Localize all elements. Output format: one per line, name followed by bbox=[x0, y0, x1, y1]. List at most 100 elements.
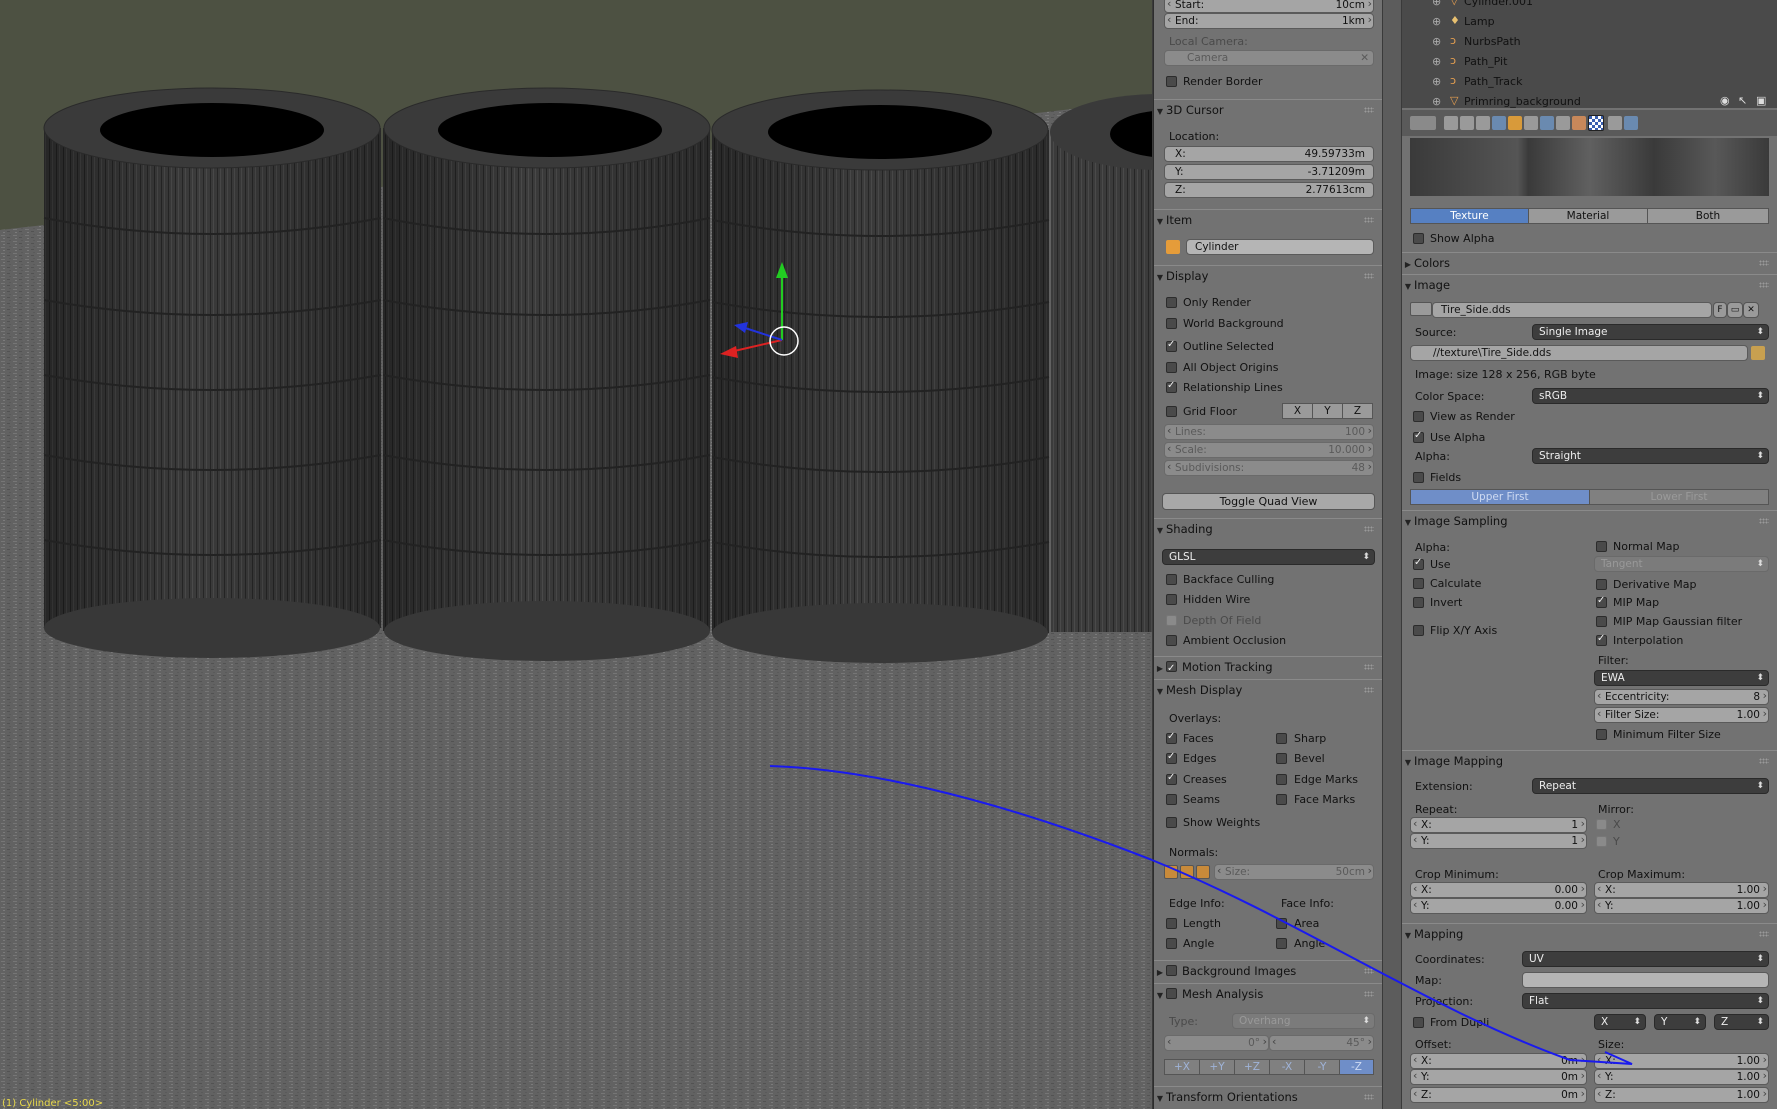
outliner[interactable]: ⊕ ▽ Cylinder.001 ⊕ ♦ Lamp ⊕ ↄ NurbsPath ⊕ ↄ … bbox=[1402, 0, 1777, 108]
outliner-row[interactable]: ⊕ ↄ NurbsPath bbox=[1402, 32, 1777, 52]
analysis-max-field[interactable]: 45° bbox=[1269, 1035, 1374, 1051]
fields-checkbox[interactable] bbox=[1413, 472, 1424, 483]
uv-map-field[interactable] bbox=[1522, 972, 1769, 988]
show-alpha-checkbox[interactable] bbox=[1413, 233, 1424, 244]
only-render-checkbox[interactable] bbox=[1166, 297, 1177, 308]
outliner-row[interactable]: ⊕ ♦ Lamp bbox=[1402, 12, 1777, 32]
panel-3d-cursor[interactable]: ▼ 3D Cursor bbox=[1154, 99, 1382, 119]
overlay-bevel-checkbox[interactable] bbox=[1276, 753, 1287, 764]
grid-lines-field[interactable]: Lines:100 bbox=[1164, 424, 1374, 440]
normals-size-field[interactable]: Size:50cm bbox=[1214, 864, 1374, 880]
particles-tab-icon[interactable] bbox=[1608, 116, 1622, 130]
crop-min-y-field[interactable]: Y:0.00 bbox=[1410, 898, 1587, 914]
toggle-quad-view-button[interactable]: Toggle Quad View bbox=[1162, 493, 1375, 510]
lower-first-toggle[interactable]: Lower First bbox=[1589, 489, 1769, 505]
mip-gaussian-checkbox[interactable] bbox=[1596, 616, 1607, 627]
render-border-checkbox[interactable] bbox=[1166, 76, 1177, 87]
grid-scale-field[interactable]: Scale:10.000 bbox=[1164, 442, 1374, 458]
face-normals-icon[interactable] bbox=[1196, 865, 1210, 879]
mapping-x-select[interactable]: X bbox=[1594, 1014, 1646, 1030]
axis-pos-x[interactable]: +X bbox=[1164, 1059, 1200, 1075]
crop-min-x-field[interactable]: X:0.00 bbox=[1410, 882, 1587, 898]
offset-y-field[interactable]: Y:0m bbox=[1410, 1069, 1587, 1085]
use-alpha-checkbox[interactable] bbox=[1413, 430, 1424, 443]
panel-background-images[interactable]: ▶ Background Images bbox=[1154, 960, 1382, 980]
cursor-x-field[interactable]: X: 49.59733m bbox=[1164, 146, 1374, 162]
axis-neg-y[interactable]: -Y bbox=[1304, 1059, 1340, 1075]
properties-editor[interactable]: ⊕ ▽ Cylinder.001 ⊕ ♦ Lamp ⊕ ↄ NurbsPath ⊕ ↄ … bbox=[1402, 0, 1777, 1109]
depth-of-field-checkbox[interactable] bbox=[1166, 615, 1177, 626]
grid-floor-checkbox[interactable] bbox=[1166, 406, 1177, 417]
overlay-face-marks-checkbox[interactable] bbox=[1276, 794, 1287, 805]
mirror-y-checkbox[interactable] bbox=[1596, 836, 1607, 847]
folder-icon[interactable] bbox=[1751, 346, 1765, 360]
repeat-x-field[interactable]: X:1 bbox=[1410, 817, 1587, 833]
size-y-field[interactable]: Y:1.00 bbox=[1594, 1069, 1769, 1085]
image-filepath-field[interactable]: //texture\Tire_Side.dds bbox=[1410, 345, 1748, 361]
new-image-button[interactable]: ▭ bbox=[1727, 302, 1743, 318]
normal-space-select[interactable]: Tangent bbox=[1594, 556, 1769, 572]
render-tab-icon[interactable] bbox=[1444, 116, 1458, 130]
tire-stack[interactable] bbox=[382, 87, 711, 661]
axis-pos-y[interactable]: +Y bbox=[1199, 1059, 1235, 1075]
mapping-z-select[interactable]: Z bbox=[1714, 1014, 1769, 1030]
derivative-map-checkbox[interactable] bbox=[1596, 579, 1607, 590]
vertex-normals-icon[interactable] bbox=[1164, 865, 1178, 879]
image-source-select[interactable]: Single Image bbox=[1532, 324, 1769, 340]
ambient-occlusion-checkbox[interactable] bbox=[1166, 635, 1177, 646]
overlay-creases-checkbox[interactable] bbox=[1166, 772, 1177, 785]
3d-viewport[interactable]: (1) Cylinder <5:00> bbox=[0, 0, 1152, 1109]
color-space-select[interactable]: sRGB bbox=[1532, 388, 1769, 404]
overlay-seams-checkbox[interactable] bbox=[1166, 794, 1177, 805]
min-filter-size-checkbox[interactable] bbox=[1596, 729, 1607, 740]
use-alpha-sampling-checkbox[interactable] bbox=[1413, 557, 1424, 570]
offset-z-field[interactable]: Z:0m bbox=[1410, 1087, 1587, 1103]
view-as-render-checkbox[interactable] bbox=[1413, 411, 1424, 422]
unlink-image-button[interactable]: ✕ bbox=[1743, 302, 1759, 318]
interpolation-checkbox[interactable] bbox=[1596, 633, 1607, 646]
panel-mapping[interactable]: ▼ Mapping bbox=[1402, 923, 1777, 943]
panel-image-sampling[interactable]: ▼ Image Sampling bbox=[1402, 510, 1777, 530]
axis-neg-z[interactable]: -Z bbox=[1339, 1059, 1374, 1075]
calculate-alpha-checkbox[interactable] bbox=[1413, 578, 1424, 589]
scene-tab-icon[interactable] bbox=[1476, 116, 1490, 130]
local-camera-field[interactable]: Camera ✕ bbox=[1164, 50, 1374, 66]
panel-mesh-analysis[interactable]: ▼ Mesh Analysis bbox=[1154, 983, 1382, 1003]
upper-first-toggle[interactable]: Upper First bbox=[1410, 489, 1590, 505]
edge-angle-checkbox[interactable] bbox=[1166, 938, 1177, 949]
data-tab-icon[interactable] bbox=[1556, 116, 1570, 130]
panel-mesh-display[interactable]: ▼ Mesh Display bbox=[1154, 679, 1382, 699]
mirror-x-checkbox[interactable] bbox=[1596, 819, 1607, 830]
panel-transform-orientations[interactable]: ▼ Transform Orientations bbox=[1154, 1086, 1382, 1106]
edge-length-checkbox[interactable] bbox=[1166, 918, 1177, 929]
grid-subdivisions-field[interactable]: Subdivisions:48 bbox=[1164, 460, 1374, 476]
preview-both-tab[interactable]: Both bbox=[1647, 208, 1769, 224]
show-weights-checkbox[interactable] bbox=[1166, 817, 1177, 828]
alpha-mode-select[interactable]: Straight bbox=[1532, 448, 1769, 464]
outliner-row[interactable]: ⊕ ▽ Cylinder.001 bbox=[1402, 0, 1777, 12]
panel-image[interactable]: ▼ Image bbox=[1402, 274, 1777, 294]
object-name-field[interactable]: Cylinder bbox=[1186, 239, 1374, 255]
repeat-y-field[interactable]: Y:1 bbox=[1410, 833, 1587, 849]
from-dupli-checkbox[interactable] bbox=[1413, 1017, 1424, 1028]
constraints-tab-icon[interactable] bbox=[1524, 116, 1538, 130]
analysis-type-select[interactable]: Overhang bbox=[1232, 1013, 1375, 1029]
properties-sidebar[interactable]: Start:10cm End:1km Local Camera: Camera✕… bbox=[1153, 0, 1382, 1109]
modifiers-tab-icon[interactable] bbox=[1540, 116, 1554, 130]
mapping-y-select[interactable]: Y bbox=[1654, 1014, 1706, 1030]
render-icon[interactable]: ▣ bbox=[1756, 94, 1766, 107]
loop-normals-icon[interactable] bbox=[1180, 865, 1194, 879]
render-layers-tab-icon[interactable] bbox=[1460, 116, 1474, 130]
properties-tab-bar[interactable] bbox=[1402, 110, 1777, 136]
invert-alpha-checkbox[interactable] bbox=[1413, 597, 1424, 608]
panel-item[interactable]: ▼ Item bbox=[1154, 209, 1382, 229]
grid-axis-y[interactable]: Y bbox=[1312, 403, 1343, 419]
panel-colors[interactable]: ▶ Colors bbox=[1402, 252, 1777, 272]
hidden-wire-checkbox[interactable] bbox=[1166, 594, 1177, 605]
panel-display[interactable]: ▼ Display bbox=[1154, 265, 1382, 285]
outline-selected-checkbox[interactable] bbox=[1166, 339, 1177, 352]
panel-shading[interactable]: ▼ Shading bbox=[1154, 518, 1382, 538]
offset-x-field[interactable]: X:0m bbox=[1410, 1053, 1587, 1069]
image-name-field[interactable]: Tire_Side.dds bbox=[1432, 302, 1712, 318]
face-angle-checkbox[interactable] bbox=[1276, 938, 1287, 949]
